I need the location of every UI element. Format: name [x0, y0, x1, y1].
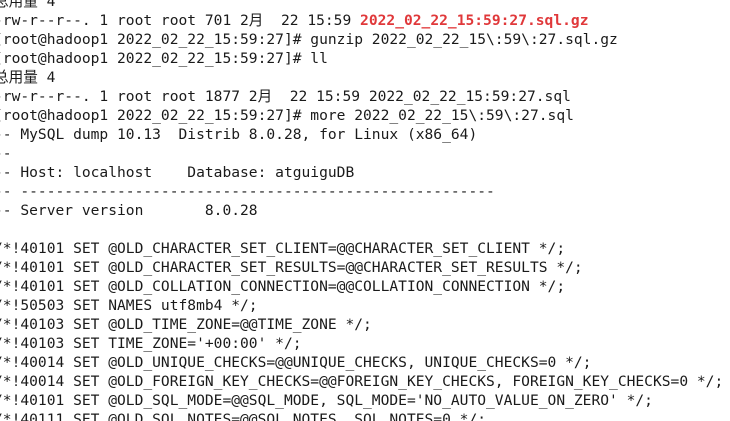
terminal-line: 总用量 4	[0, 0, 723, 11]
terminal-line-text: -- Host: localhost Database: atguiguDB	[0, 164, 355, 181]
terminal-line-text: /*!40101 SET @OLD_COLLATION_CONNECTION=@…	[0, 278, 566, 295]
terminal-line: /*!40101 SET @OLD_SQL_MODE=@@SQL_MODE, S…	[0, 391, 723, 410]
terminal-line-text: /*!40111 SET @OLD_SQL_NOTES=@@SQL_NOTES,…	[0, 411, 487, 421]
terminal-line: 总用量 4	[0, 68, 723, 87]
terminal-line: -- Server version 8.0.28	[0, 201, 723, 220]
terminal-line-text: /*!40101 SET @OLD_CHARACTER_SET_RESULTS=…	[0, 259, 583, 276]
terminal-line: -rw-r--r--. 1 root root 701 2月 22 15:59 …	[0, 11, 723, 30]
terminal-line-text: /*!40014 SET @OLD_UNIQUE_CHECKS=@@UNIQUE…	[0, 354, 592, 371]
terminal-line: /*!40111 SET @OLD_SQL_NOTES=@@SQL_NOTES,…	[0, 410, 723, 421]
terminal-line-text: -rw-r--r--. 1 root root 1877 2月 22 15:59…	[0, 88, 571, 105]
terminal-line: /*!40101 SET @OLD_CHARACTER_SET_CLIENT=@…	[0, 239, 723, 258]
terminal-line: -rw-r--r--. 1 root root 1877 2月 22 15:59…	[0, 87, 723, 106]
terminal-line: -- Host: localhost Database: atguiguDB	[0, 163, 723, 182]
terminal-line-text: /*!40014 SET @OLD_FOREIGN_KEY_CHECKS=@@F…	[0, 373, 724, 390]
terminal-line: [root@hadoop1 2022_02_22_15:59:27]# more…	[0, 106, 723, 125]
terminal-line: /*!50503 SET NAMES utf8mb4 */;	[0, 296, 723, 315]
terminal-line: [root@hadoop1 2022_02_22_15:59:27]# ll	[0, 49, 723, 68]
terminal-line-text: -- Server version 8.0.28	[0, 202, 258, 219]
terminal-line: -- MySQL dump 10.13 Distrib 8.0.28, for …	[0, 125, 723, 144]
terminal-line-text: 总用量 4	[0, 69, 56, 86]
terminal-line-text: /*!40103 SET TIME_ZONE='+00:00' */;	[0, 335, 302, 352]
terminal-line: /*!40103 SET @OLD_TIME_ZONE=@@TIME_ZONE …	[0, 315, 723, 334]
terminal-line-text: /*!40103 SET @OLD_TIME_ZONE=@@TIME_ZONE …	[0, 316, 372, 333]
terminal-window[interactable]: 总用量 4 -rw-r--r--. 1 root root 701 2月 22 1…	[0, 0, 730, 421]
terminal-line: /*!40101 SET @OLD_COLLATION_CONNECTION=@…	[0, 277, 723, 296]
highlighted-filename: 2022_02_22_15:59:27.sql.gz	[360, 12, 589, 29]
terminal-line-text: -rw-r--r--. 1 root root 701 2月 22 15:59	[0, 12, 361, 29]
terminal-line-text: [root@hadoop1 2022_02_22_15:59:27]# ll	[0, 50, 328, 67]
terminal-line: /*!40014 SET @OLD_UNIQUE_CHECKS=@@UNIQUE…	[0, 353, 723, 372]
terminal-line-text: [root@hadoop1 2022_02_22_15:59:27]# more…	[0, 107, 574, 124]
terminal-line: [root@hadoop1 2022_02_22_15:59:27]# gunz…	[0, 30, 723, 49]
terminal-line: --	[0, 144, 723, 163]
terminal-output: 总用量 4 -rw-r--r--. 1 root root 701 2月 22 1…	[0, 0, 723, 421]
terminal-line-text: -- MySQL dump 10.13 Distrib 8.0.28, for …	[0, 126, 478, 143]
terminal-line-text: -- -------------------------------------…	[0, 183, 495, 200]
terminal-line-text: 总用量 4	[0, 0, 56, 10]
terminal-line: /*!40101 SET @OLD_CHARACTER_SET_RESULTS=…	[0, 258, 723, 277]
terminal-line: /*!40103 SET TIME_ZONE='+00:00' */;	[0, 334, 723, 353]
terminal-line-text: [root@hadoop1 2022_02_22_15:59:27]# gunz…	[0, 31, 618, 48]
terminal-line: /*!40014 SET @OLD_FOREIGN_KEY_CHECKS=@@F…	[0, 372, 723, 391]
terminal-line: -- -------------------------------------…	[0, 182, 723, 201]
terminal-line-text: --	[0, 145, 12, 162]
terminal-line-text: /*!50503 SET NAMES utf8mb4 */;	[0, 297, 258, 314]
terminal-line-text: /*!40101 SET @OLD_SQL_MODE=@@SQL_MODE, S…	[0, 392, 653, 409]
terminal-line-text: /*!40101 SET @OLD_CHARACTER_SET_CLIENT=@…	[0, 240, 566, 257]
